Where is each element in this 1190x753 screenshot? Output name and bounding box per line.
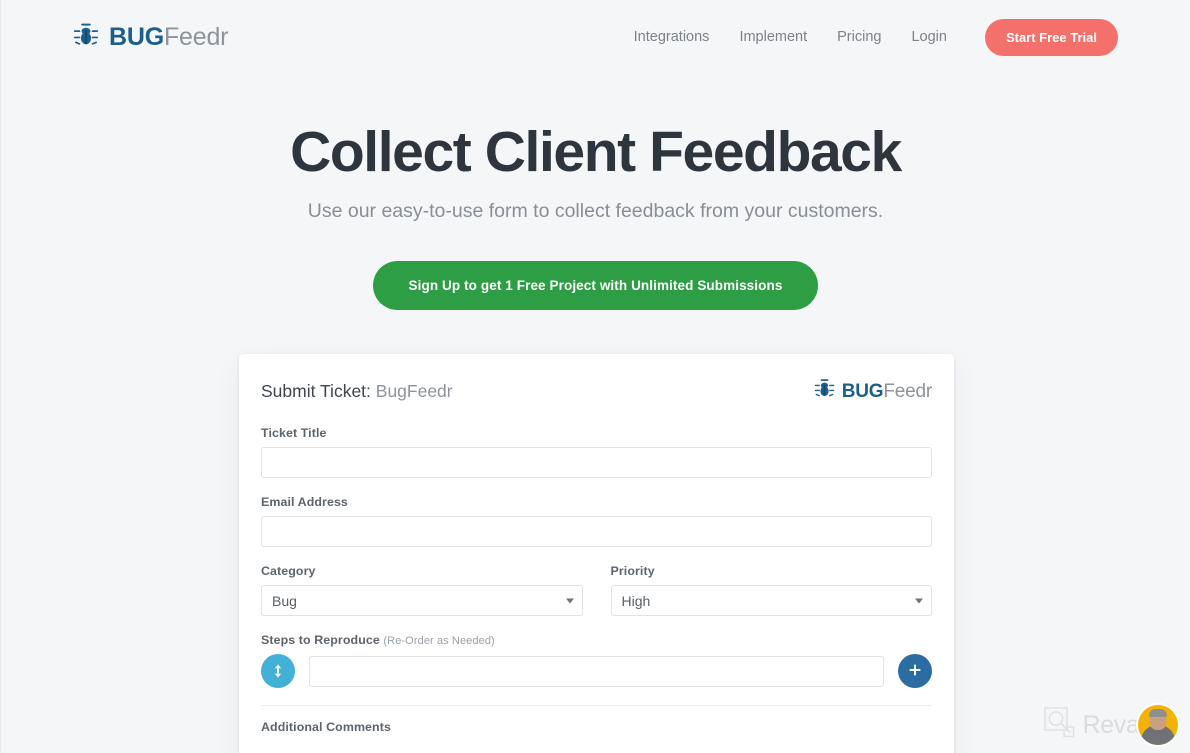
signup-cta-button[interactable]: Sign Up to get 1 Free Project with Unlim… bbox=[372, 260, 819, 310]
step-row bbox=[261, 654, 932, 688]
avatar-body bbox=[1141, 725, 1175, 745]
nav-item-pricing[interactable]: Pricing bbox=[837, 29, 881, 45]
hero-section: Collect Client Feedback Use our easy-to-… bbox=[1, 74, 1190, 310]
steps-to-reproduce-field: Steps to Reproduce (Re-Order as Needed) bbox=[261, 633, 932, 688]
category-priority-row: Category Bug Priority High bbox=[261, 564, 932, 616]
priority-select-wrapper: High bbox=[610, 585, 932, 616]
site-header: BUGFeedr Integrations Implement Pricing … bbox=[1, 0, 1190, 74]
plus-icon bbox=[908, 663, 922, 680]
brand-wordmark: BUGFeedr bbox=[109, 22, 229, 51]
priority-select[interactable]: High bbox=[610, 585, 932, 616]
email-field[interactable] bbox=[261, 516, 932, 547]
brand-bold: BUG bbox=[109, 22, 164, 51]
email-address-label: Email Address bbox=[261, 495, 348, 509]
card-brand-light: Feedr bbox=[883, 380, 932, 402]
avatar bbox=[1138, 705, 1178, 745]
card-brand-logo: BUGFeedr bbox=[814, 378, 932, 404]
category-select-wrapper: Bug bbox=[261, 585, 583, 616]
ticket-title-field: Ticket Title bbox=[261, 426, 932, 478]
brand-light: Feedr bbox=[163, 22, 229, 51]
category-select[interactable]: Bug bbox=[261, 585, 583, 616]
steps-label-hint: (Re-Order as Needed) bbox=[383, 635, 495, 647]
bug-icon bbox=[814, 378, 835, 404]
submit-ticket-card: Submit Ticket: BugFeedr BUGFeedr Ticket … bbox=[239, 354, 954, 753]
steps-to-reproduce-label: Steps to Reproduce (Re-Order as Needed) bbox=[261, 633, 932, 647]
card-title-light: BugFeedr bbox=[370, 380, 453, 401]
revain-watermark-text: Revain bbox=[1082, 710, 1159, 739]
drag-vertical-icon[interactable] bbox=[261, 654, 295, 688]
cta-container: Sign Up to get 1 Free Project with Unlim… bbox=[1, 260, 1190, 310]
brand-logo[interactable]: BUGFeedr bbox=[73, 22, 228, 53]
step-input[interactable] bbox=[309, 655, 884, 687]
additional-comments-field: Additional Comments bbox=[261, 706, 932, 734]
nav-item-login[interactable]: Login bbox=[911, 29, 946, 45]
avatar-hair bbox=[1149, 709, 1167, 717]
avatar-head bbox=[1149, 711, 1167, 730]
priority-label: Priority bbox=[610, 564, 655, 578]
page-title: Collect Client Feedback bbox=[290, 120, 902, 184]
steps-label-text: Steps to Reproduce bbox=[261, 633, 380, 647]
card-title: Submit Ticket: BugFeedr bbox=[261, 381, 453, 402]
revain-watermark: Revain bbox=[1043, 705, 1178, 745]
hero-subtitle: Use our easy-to-use form to collect feed… bbox=[307, 199, 884, 222]
priority-field: Priority High bbox=[610, 564, 932, 616]
card-title-strong: Submit Ticket: bbox=[261, 380, 371, 401]
start-free-trial-button[interactable]: Start Free Trial bbox=[984, 18, 1118, 56]
category-label: Category bbox=[261, 564, 316, 578]
add-step-button[interactable] bbox=[898, 654, 932, 688]
additional-comments-label: Additional Comments bbox=[261, 720, 391, 734]
ticket-title-input[interactable] bbox=[261, 447, 932, 478]
email-address-field: Email Address bbox=[261, 495, 932, 547]
bug-icon bbox=[73, 22, 99, 53]
nav-item-implement[interactable]: Implement bbox=[739, 29, 807, 45]
card-header: Submit Ticket: BugFeedr BUGFeedr bbox=[261, 378, 932, 404]
main-navigation: Integrations Implement Pricing Login Sta… bbox=[634, 18, 1118, 56]
ticket-title-label: Ticket Title bbox=[261, 426, 327, 440]
card-brand-wordmark: BUGFeedr bbox=[842, 382, 932, 401]
nav-item-integrations[interactable]: Integrations bbox=[634, 29, 710, 45]
card-brand-bold: BUG bbox=[841, 380, 884, 402]
revain-logo-icon bbox=[1043, 706, 1077, 745]
category-field: Category Bug bbox=[261, 564, 583, 616]
